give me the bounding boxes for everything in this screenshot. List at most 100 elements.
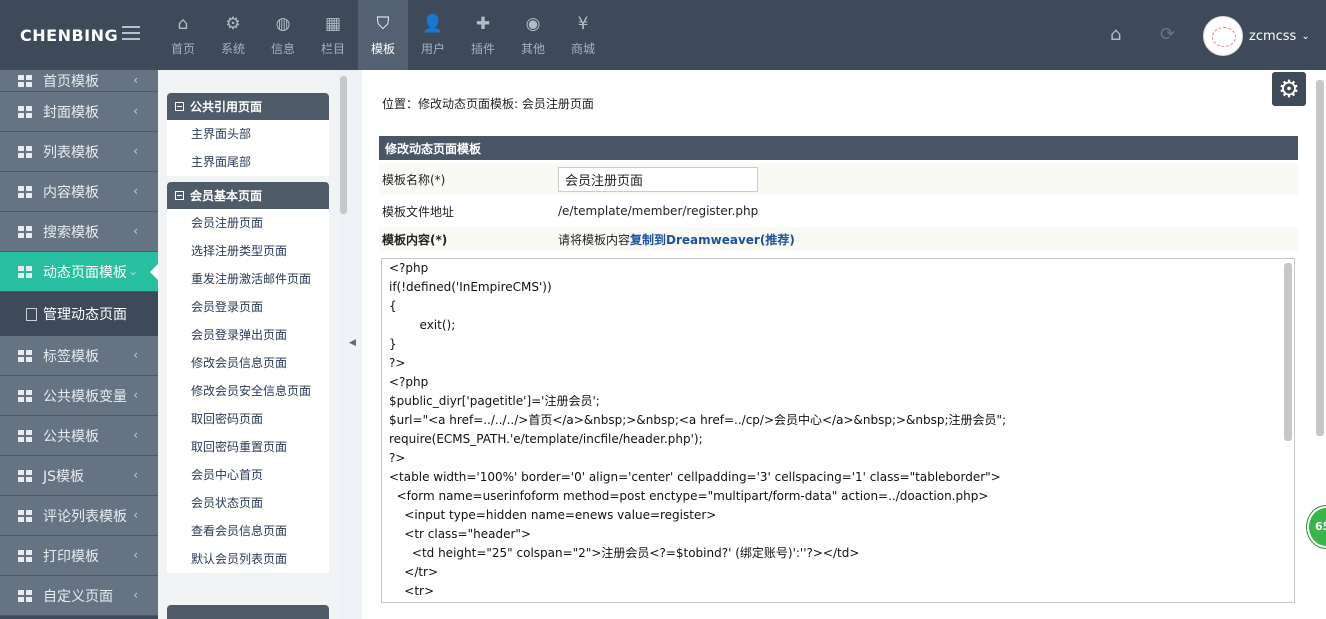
template-link[interactable]: 主界面头部 bbox=[167, 120, 329, 148]
nav-item-label: 插件 bbox=[470, 41, 495, 56]
group-header[interactable]: 公共引用页面 bbox=[167, 93, 329, 120]
template-link[interactable]: 取回密码重置页面 bbox=[167, 433, 329, 461]
code-line: { bbox=[389, 299, 397, 313]
nav-item-1[interactable]: ⚙ 系统 bbox=[208, 0, 258, 70]
template-group: 公共引用页面 主界面头部 主界面尾部 bbox=[167, 93, 329, 176]
sidebar-item-1[interactable]: 封面模板 ‹ bbox=[0, 92, 158, 132]
code-line: $url="<a href=../../../>首页</a>&nbsp;>&nb… bbox=[389, 413, 1007, 427]
sidebar-item-label: 内容模板 bbox=[43, 184, 99, 201]
sidebar-item-9[interactable]: 公共模板 ‹ bbox=[0, 416, 158, 456]
th-large-icon bbox=[18, 145, 32, 158]
nav-item-4[interactable]: ⛉ 模板 bbox=[358, 0, 408, 70]
content-hint: 请将模板内容 bbox=[558, 232, 631, 247]
nav-item-3[interactable]: ▦ 栏目 bbox=[308, 0, 358, 70]
sidebar-item-8[interactable]: 公共模板变量 ‹ bbox=[0, 376, 158, 416]
code-line: <tr class="header"> bbox=[389, 527, 531, 541]
chevron-left-icon: ‹ bbox=[133, 144, 138, 158]
th-large-icon bbox=[18, 225, 32, 238]
template-link[interactable]: 取回密码页面 bbox=[167, 405, 329, 433]
nav-item-2[interactable]: ◍ 信息 bbox=[258, 0, 308, 70]
template-link[interactable]: 修改会员安全信息页面 bbox=[167, 377, 329, 405]
breadcrumb: 位置：修改动态页面模板: 会员注册页面 bbox=[382, 97, 594, 111]
sidebar-item-11[interactable]: 评论列表模板 ‹ bbox=[0, 496, 158, 536]
code-line: <input type=hidden name=enews value=regi… bbox=[389, 508, 717, 522]
code-line: ?> bbox=[389, 356, 406, 370]
next-group-header[interactable] bbox=[167, 605, 329, 619]
textarea-scrollbar[interactable] bbox=[1284, 263, 1292, 441]
sidebar-item-12[interactable]: 打印模板 ‹ bbox=[0, 536, 158, 576]
template-link[interactable]: 会员注册页面 bbox=[167, 209, 329, 237]
avatar bbox=[1203, 16, 1243, 56]
sidebar-item-3[interactable]: 内容模板 ‹ bbox=[0, 172, 158, 212]
chevron-left-icon: ‹ bbox=[133, 548, 138, 562]
template-link[interactable]: 会员状态页面 bbox=[167, 489, 329, 517]
template-link[interactable]: 会员登录页面 bbox=[167, 293, 329, 321]
nav-item-label: 模板 bbox=[370, 41, 395, 56]
user-menu[interactable]: zcmcss ⌄ bbox=[1203, 16, 1321, 56]
template-name-input[interactable] bbox=[558, 166, 758, 192]
template-link[interactable]: 修改会员信息页面 bbox=[167, 349, 329, 377]
sidebar-subitem[interactable]: 管理动态页面 bbox=[0, 292, 158, 336]
th-large-icon bbox=[18, 349, 32, 362]
sidebar-item-10[interactable]: JS模板 ‹ bbox=[0, 456, 158, 496]
nav-item-label: 用户 bbox=[420, 41, 445, 56]
group-links: 会员注册页面 选择注册类型页面 重发注册激活邮件页面 会员登录页面 会员登录弹出页面 修改… bbox=[167, 209, 329, 573]
home-icon[interactable]: ⌂ bbox=[1110, 24, 1130, 45]
sidebar-item-13[interactable]: 自定义页面 ‹ bbox=[0, 576, 158, 616]
sidebar-item-2[interactable]: 列表模板 ‹ bbox=[0, 132, 158, 172]
template-link[interactable]: 会员登录弹出页面 bbox=[167, 321, 329, 349]
chevron-left-icon: ‹ bbox=[133, 388, 138, 402]
sidebar-item-5[interactable]: 动态页面模板 ⌄ bbox=[0, 252, 158, 292]
group-header[interactable]: 会员基本页面 bbox=[167, 182, 329, 209]
template-link[interactable]: 重发注册激活邮件页面 bbox=[167, 265, 329, 293]
th-large-icon bbox=[18, 265, 32, 278]
code-line: <form name=userinfoform method=post enct… bbox=[389, 489, 989, 503]
panel-title: 修改动态页面模板 bbox=[379, 136, 1298, 160]
chevron-left-icon: ‹ bbox=[133, 468, 138, 482]
nav-item-7[interactable]: ◉ 其他 bbox=[508, 0, 558, 70]
template-link[interactable]: 默认会员列表页面 bbox=[167, 545, 329, 573]
chevron-left-icon: ‹ bbox=[133, 73, 138, 87]
collapse-box-icon bbox=[175, 191, 184, 200]
template-content-label: 模板内容(*) bbox=[382, 232, 448, 247]
template-path-label: 模板文件地址 bbox=[382, 204, 455, 219]
sidebar-item-0[interactable]: 首页模板 ‹ bbox=[0, 70, 158, 92]
template-list-panel: 公共引用页面 主界面头部 主界面尾部会员基本页面 会员注册页面 选择注册类型页面 重发注册… bbox=[158, 70, 338, 619]
template-link[interactable]: 查看会员信息页面 bbox=[167, 517, 329, 545]
cogs-icon: ⚙ bbox=[225, 13, 241, 34]
sidebar-item-7[interactable]: 标签模板 ‹ bbox=[0, 336, 158, 376]
nav-item-label: 首页 bbox=[170, 41, 195, 56]
template-content-row: 模板内容(*) 请将模板内容 复制到Dreamweaver(推荐) bbox=[379, 227, 1298, 251]
nav-item-0[interactable]: ⌂ 首页 bbox=[158, 0, 208, 70]
sidebar-item-4[interactable]: 搜索模板 ‹ bbox=[0, 212, 158, 252]
template-name-row: 模板名称(*) bbox=[379, 163, 1298, 195]
collapse-panel-icon[interactable]: ◀ bbox=[349, 338, 356, 348]
sidebar-item-label: 打印模板 bbox=[43, 548, 99, 565]
template-link[interactable]: 会员中心首页 bbox=[167, 461, 329, 489]
nav-item-label: 其他 bbox=[520, 41, 545, 56]
nav-item-6[interactable]: ✚ 插件 bbox=[458, 0, 508, 70]
html5-icon: ⛉ bbox=[376, 13, 390, 34]
menu-toggle-icon[interactable] bbox=[122, 26, 140, 40]
chevron-left-icon: ‹ bbox=[133, 428, 138, 442]
gear-icon[interactable]: ⚙ bbox=[1272, 72, 1306, 106]
sidebar-item-label: 自定义页面 bbox=[43, 588, 113, 605]
sidebar-item-label: 评论列表模板 bbox=[43, 508, 127, 525]
template-path-row: 模板文件地址 /e/template/member/register.php bbox=[379, 197, 1298, 225]
chevron-left-icon: ‹ bbox=[133, 104, 138, 118]
page-scrollbar[interactable] bbox=[1316, 80, 1324, 436]
nav-item-8[interactable]: ¥ 商城 bbox=[558, 0, 608, 70]
template-link[interactable]: 主界面尾部 bbox=[167, 148, 329, 176]
template-content-textarea[interactable]: <?php if(!defined('InEmpireCMS')) { exit()… bbox=[381, 258, 1295, 603]
nav-item-5[interactable]: 👤 用户 bbox=[408, 0, 458, 70]
code-line: $public_diyr['pagetitle']='注册会员'; bbox=[389, 394, 600, 408]
template-name-label: 模板名称(*) bbox=[382, 172, 446, 187]
sidebar-item-label: 搜索模板 bbox=[43, 224, 99, 241]
th-large-icon bbox=[18, 549, 32, 562]
collapse-box-icon bbox=[175, 102, 184, 111]
middle-scrollbar[interactable] bbox=[340, 76, 347, 214]
refresh-icon[interactable]: ⟳ bbox=[1160, 24, 1180, 45]
code-line: exit(); bbox=[389, 318, 456, 332]
template-link[interactable]: 选择注册类型页面 bbox=[167, 237, 329, 265]
copy-to-dreamweaver-link[interactable]: 复制到Dreamweaver(推荐) bbox=[630, 231, 795, 248]
